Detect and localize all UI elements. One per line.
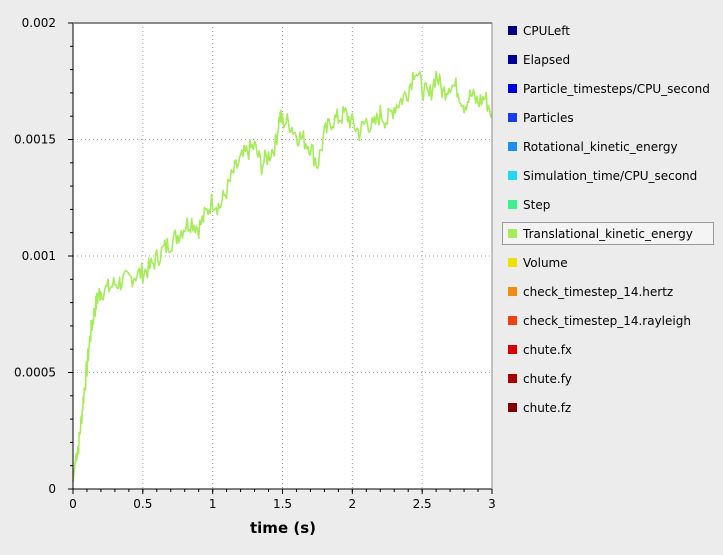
- legend-label: chute.fx: [523, 342, 573, 357]
- legend-swatch: [508, 374, 517, 383]
- legend-label: check_timestep_14.hertz: [523, 284, 674, 299]
- legend-swatch: [508, 403, 517, 412]
- legend-item[interactable]: Particles: [502, 106, 714, 129]
- x-axis-ticks: 0 0.5 1 1.5 2 2.5 3: [69, 489, 496, 511]
- legend-label: Volume: [523, 255, 568, 270]
- legend-item[interactable]: chute.fz: [502, 396, 714, 419]
- legend-label: Elapsed: [523, 52, 571, 67]
- x-tick-label: 1.5: [273, 497, 292, 511]
- legend-swatch: [508, 258, 517, 267]
- legend-swatch: [508, 171, 517, 180]
- legend-swatch: [508, 316, 517, 325]
- legend-label: Simulation_time/CPU_second: [523, 168, 698, 183]
- legend-swatch: [508, 113, 517, 122]
- x-tick-label: 0.5: [133, 497, 152, 511]
- legend-item[interactable]: Step: [502, 193, 714, 216]
- legend: CPULeft Elapsed Particle_timesteps/CPU_sec…: [502, 19, 714, 425]
- legend-item[interactable]: chute.fx: [502, 338, 714, 361]
- y-tick-label: 0: [48, 482, 56, 496]
- legend-label: Particles: [523, 110, 574, 125]
- legend-item[interactable]: Elapsed: [502, 48, 714, 71]
- legend-item[interactable]: Translational_kinetic_energy: [502, 222, 714, 245]
- legend-swatch: [508, 200, 517, 209]
- x-tick-label: 0: [69, 497, 77, 511]
- y-tick-label: 0.002: [22, 16, 56, 30]
- plot-window: 0 0.5 1 1.5 2 2.5 3 0 0.0005 0.001 0.0015 0.002 ti…: [0, 0, 723, 555]
- legend-label: chute.fz: [523, 400, 572, 415]
- legend-item[interactable]: Volume: [502, 251, 714, 274]
- x-tick-label: 3: [488, 497, 496, 511]
- legend-swatch: [508, 84, 517, 93]
- legend-label: check_timestep_14.rayleigh: [523, 313, 691, 328]
- legend-label: CPULeft: [523, 23, 570, 38]
- line-chart: 0 0.5 1 1.5 2 2.5 3 0 0.0005 0.001 0.0015 0.002 ti…: [14, 16, 496, 537]
- legend-item[interactable]: Particle_timesteps/CPU_second: [502, 77, 714, 100]
- legend-swatch: [508, 229, 517, 238]
- x-tick-label: 2.5: [413, 497, 432, 511]
- y-axis-ticks: 0 0.0005 0.001 0.0015 0.002: [14, 16, 73, 496]
- legend-swatch: [508, 345, 517, 354]
- x-tick-label: 2: [349, 497, 357, 511]
- legend-label: chute.fy: [523, 371, 572, 386]
- x-tick-label: 1: [209, 497, 217, 511]
- legend-swatch: [508, 26, 517, 35]
- y-tick-label: 0.001: [22, 249, 56, 263]
- legend-label: Step: [523, 197, 551, 212]
- legend-item[interactable]: Rotational_kinetic_energy: [502, 135, 714, 158]
- legend-item[interactable]: check_timestep_14.rayleigh: [502, 309, 714, 332]
- legend-item[interactable]: check_timestep_14.hertz: [502, 280, 714, 303]
- x-axis-title: time (s): [250, 519, 316, 537]
- y-tick-label: 0.0005: [14, 366, 56, 380]
- y-tick-label: 0.0015: [14, 133, 56, 147]
- legend-item[interactable]: chute.fy: [502, 367, 714, 390]
- legend-swatch: [508, 287, 517, 296]
- legend-item[interactable]: Simulation_time/CPU_second: [502, 164, 714, 187]
- legend-label: Particle_timesteps/CPU_second: [523, 81, 710, 96]
- legend-label: Translational_kinetic_energy: [523, 226, 693, 241]
- legend-swatch: [508, 142, 517, 151]
- legend-item[interactable]: CPULeft: [502, 19, 714, 42]
- legend-swatch: [508, 55, 517, 64]
- legend-label: Rotational_kinetic_energy: [523, 139, 678, 154]
